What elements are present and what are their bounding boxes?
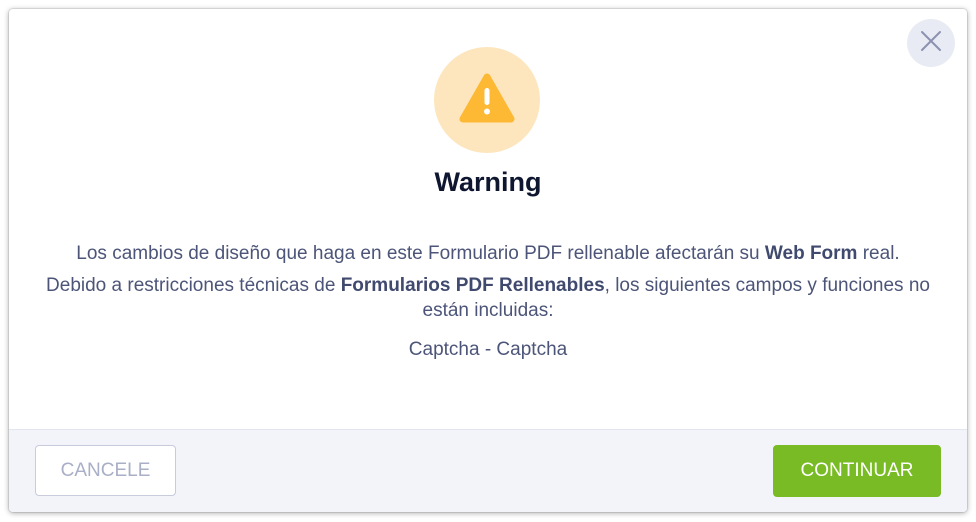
dialog-footer: CANCELE CONTINUAR (9, 429, 967, 512)
close-icon (920, 30, 942, 57)
dialog-body: Los cambios de diseño que haga en este F… (39, 241, 937, 369)
warning-icon (459, 73, 515, 128)
message-text: Los cambios de diseño que haga en este F… (76, 243, 765, 264)
continue-button[interactable]: CONTINUAR (773, 445, 941, 497)
message-text: Debido a restricciones técnicas de (46, 275, 341, 296)
message-highlight: Formularios PDF Rellenables (340, 275, 605, 296)
message-highlight: Web Form (764, 243, 858, 264)
message-design-changes: Los cambios de diseño que haga en este F… (39, 241, 937, 266)
dialog-title: Warning (434, 167, 542, 197)
warning-dialog: Warning Los cambios de diseño que haga e… (9, 9, 967, 512)
message-restrictions: Debido a restricciones técnicas de Formu… (39, 273, 937, 323)
message-text: real. (857, 243, 900, 264)
warning-icon-badge (434, 47, 540, 153)
excluded-fields-list: Captcha - Captcha (408, 339, 568, 360)
cancel-button[interactable]: CANCELE (35, 445, 176, 496)
close-button[interactable] (907, 19, 955, 67)
